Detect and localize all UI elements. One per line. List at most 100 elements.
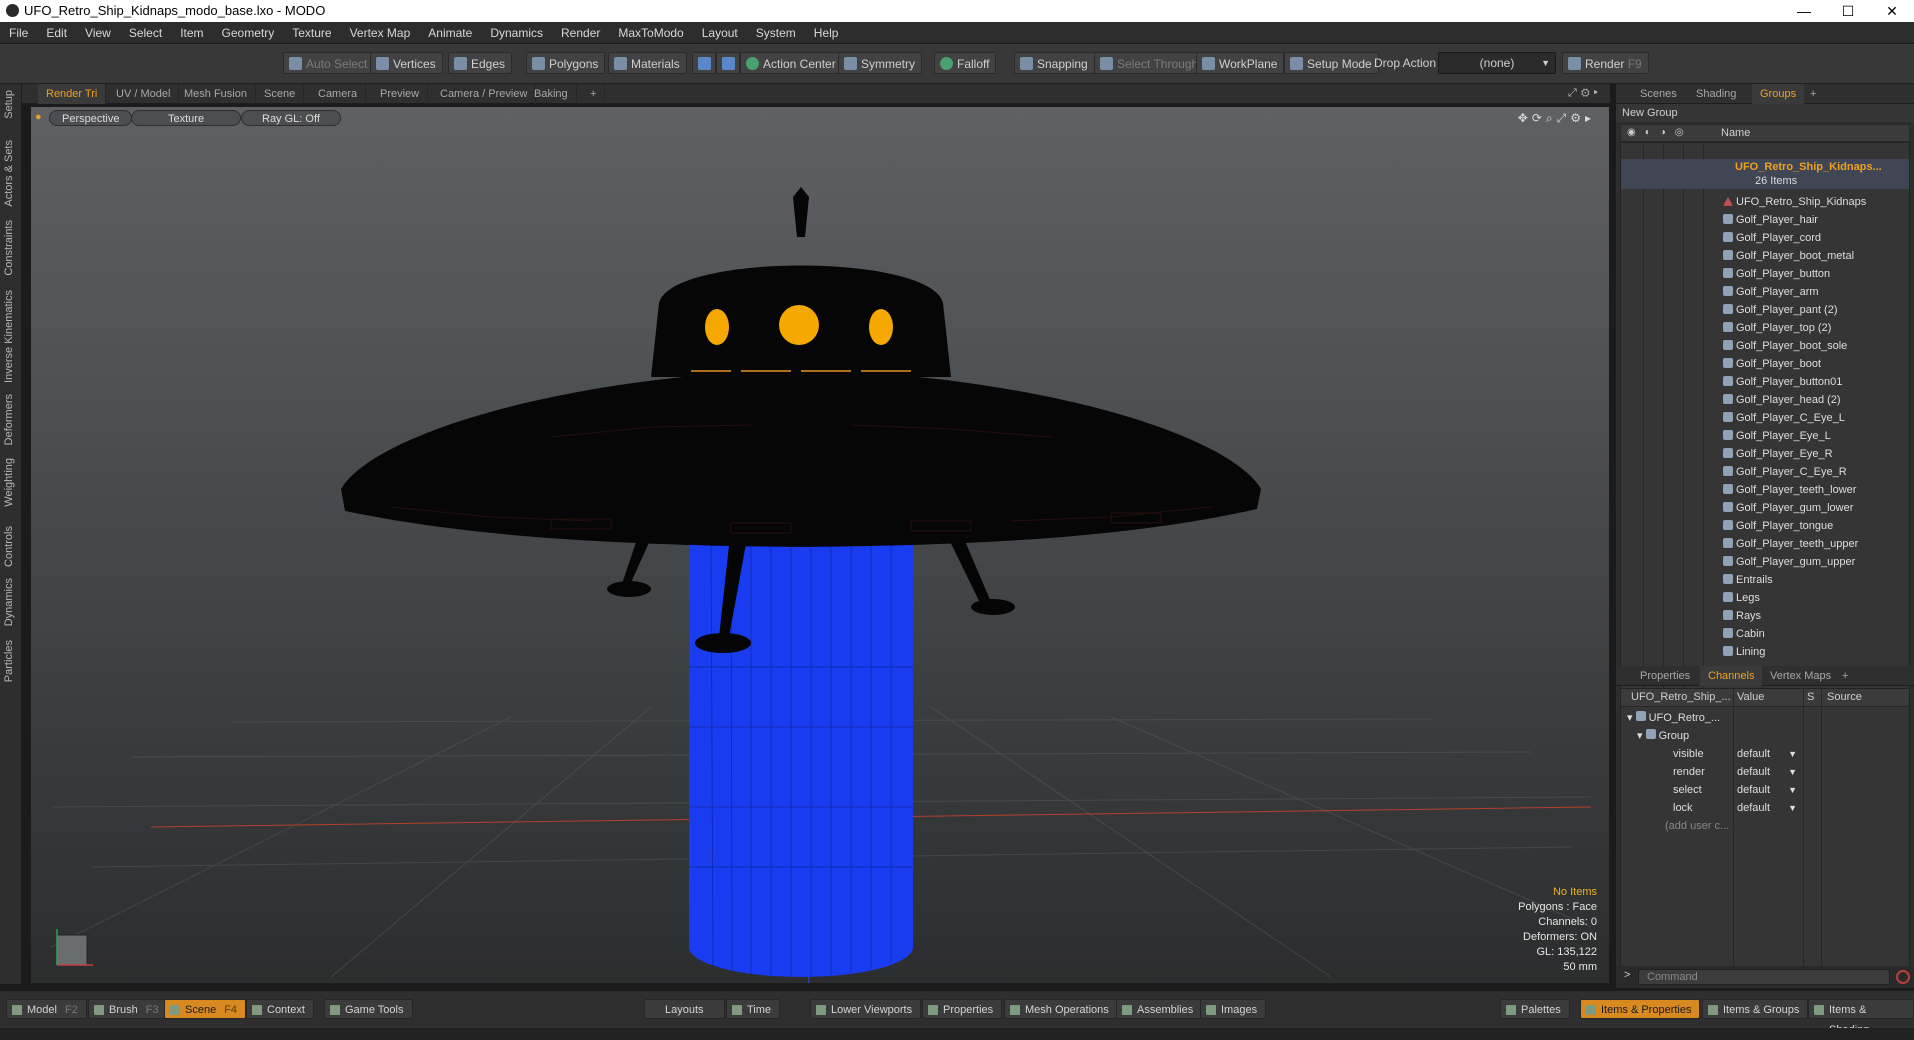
list-item[interactable]: Golf_Player_hair (1723, 211, 1818, 229)
maximize-button[interactable]: ☐ (1826, 0, 1870, 22)
mesh-operations-button[interactable]: Mesh Operations (1004, 999, 1118, 1019)
channel-value-render[interactable]: default ▼ (1737, 764, 1797, 780)
raygl-button[interactable]: Ray GL: Off (241, 110, 341, 126)
close-button[interactable]: ✕ (1870, 0, 1914, 22)
expand-icon[interactable]: ▾ (1627, 712, 1636, 724)
groups-list[interactable]: UFO_Retro_Ship_Kidnaps... 26 Items UFO_R… (1620, 142, 1910, 742)
command-input[interactable]: Command (1638, 969, 1890, 985)
menu-render[interactable]: Render (552, 22, 609, 44)
images-button[interactable]: Images (1200, 999, 1267, 1019)
list-item[interactable]: Golf_Player_top (2) (1723, 319, 1831, 337)
menu-system[interactable]: System (747, 22, 805, 44)
channel-value-visible[interactable]: default ▼ (1737, 746, 1797, 762)
channel-row-select[interactable]: select (1673, 781, 1702, 799)
new-group-button[interactable]: New Group (1616, 104, 1914, 122)
time-button[interactable]: Time (726, 999, 781, 1019)
brush-layout-button[interactable]: Brush F3 (88, 999, 168, 1019)
menu-animate[interactable]: Animate (419, 22, 481, 44)
component-mode-button[interactable] (692, 52, 716, 74)
list-item[interactable]: Golf_Player_tongue (1723, 517, 1833, 535)
tab-inverse-kinematics[interactable]: Inverse Kinematics (3, 290, 15, 383)
record-macro-icon[interactable] (1896, 970, 1910, 984)
list-item[interactable]: Golf_Player_button (1723, 265, 1830, 283)
context-layout-button[interactable]: Context (246, 999, 314, 1019)
menu-view[interactable]: View (76, 22, 120, 44)
tab-camera-preview[interactable]: Camera / Preview (432, 84, 537, 104)
list-item[interactable]: Golf_Player_arm (1723, 283, 1819, 301)
add-tab-button[interactable]: + (582, 84, 606, 104)
list-item[interactable]: Golf_Player_Eye_R (1723, 445, 1833, 463)
list-item[interactable]: Golf_Player_pant (2) (1723, 301, 1838, 319)
items-groups-button[interactable]: Items & Groups (1702, 999, 1809, 1019)
viewport-menu-icon[interactable]: ● (35, 111, 42, 123)
polygons-button[interactable]: Polygons (526, 52, 606, 74)
list-item[interactable]: Entrails (1723, 571, 1773, 589)
add-tab-button[interactable]: + (1834, 666, 1856, 686)
channel-value-select[interactable]: default ▼ (1737, 782, 1797, 798)
list-item[interactable]: Golf_Player_teeth_lower (1723, 481, 1856, 499)
add-user-channel[interactable]: (add user c... (1665, 817, 1729, 835)
list-item[interactable]: UFO_Retro_Ship_Kidnaps (1723, 193, 1866, 211)
viewport-options-icon[interactable]: ⤢⚙▸ (1568, 87, 1602, 100)
game-tools-layout-button[interactable]: Game Tools (324, 999, 413, 1019)
minimize-button[interactable]: — (1782, 0, 1826, 22)
symmetry-button[interactable]: Symmetry (838, 52, 922, 74)
materials-button[interactable]: Materials (608, 52, 687, 74)
menu-maxtomodo[interactable]: MaxToModo (609, 22, 692, 44)
list-item[interactable]: Golf_Player_C_Eye_L (1723, 409, 1845, 427)
tab-shading[interactable]: Shading (1688, 84, 1744, 104)
menu-edit[interactable]: Edit (37, 22, 76, 44)
perspective-button[interactable]: Perspective (49, 110, 133, 126)
menu-select[interactable]: Select (120, 22, 171, 44)
tab-baking[interactable]: Baking (526, 84, 577, 104)
select-through-button[interactable]: Select Through (1094, 52, 1206, 74)
tab-render-tri[interactable]: Render Tri (38, 84, 107, 104)
channel-group[interactable]: ▾ Group (1637, 727, 1689, 745)
tab-setup[interactable]: Setup (3, 90, 15, 119)
expand-icon[interactable]: ▾ (1637, 730, 1646, 742)
tab-channels[interactable]: Channels (1700, 666, 1763, 686)
viewport-nav-icons[interactable]: ✥⟳⌕⤢⚙▸ (1518, 111, 1595, 126)
menu-file[interactable]: File (0, 22, 37, 44)
tab-actors-sets[interactable]: Actors & Sets (3, 140, 15, 207)
channel-root[interactable]: ▾ UFO_Retro_... (1627, 709, 1720, 727)
tab-scenes[interactable]: Scenes (1632, 84, 1685, 104)
setup-mode-button[interactable]: Setup Mode (1284, 52, 1379, 74)
channel-row-lock[interactable]: lock (1673, 799, 1693, 817)
falloff-button[interactable]: Falloff (934, 52, 997, 74)
menu-help[interactable]: Help (805, 22, 848, 44)
lower-viewports-button[interactable]: Lower Viewports (810, 999, 922, 1019)
tab-groups[interactable]: Groups (1752, 84, 1805, 104)
assemblies-button[interactable]: Assemblies (1116, 999, 1203, 1019)
list-item[interactable]: Golf_Player_boot (1723, 355, 1821, 373)
3d-viewport[interactable]: ● Perspective Texture Ray GL: Off ✥⟳⌕⤢⚙▸… (30, 106, 1610, 984)
edges-button[interactable]: Edges (448, 52, 513, 74)
tab-constraints[interactable]: Constraints (3, 220, 15, 276)
list-item[interactable]: Golf_Player_cord (1723, 229, 1821, 247)
tab-scene[interactable]: Scene (256, 84, 305, 104)
channel-value-lock[interactable]: default ▼ (1737, 800, 1797, 816)
model-layout-button[interactable]: Model F2 (6, 999, 87, 1019)
list-item[interactable]: Golf_Player_gum_lower (1723, 499, 1853, 517)
tab-particles[interactable]: Particles (3, 640, 15, 682)
scene-layout-button[interactable]: Scene F4 (164, 999, 247, 1019)
auto-select-button[interactable]: Auto Select (283, 52, 375, 74)
drop-action-select[interactable]: (none) ▼ (1438, 52, 1556, 74)
tab-controls[interactable]: Controls (3, 526, 15, 567)
tab-uv-model[interactable]: UV / Model (108, 84, 180, 104)
list-item[interactable]: Rays (1723, 607, 1761, 625)
workplane-button[interactable]: WorkPlane (1196, 52, 1285, 74)
list-item[interactable]: Cabin (1723, 625, 1765, 643)
channels-list[interactable]: UFO_Retro_Ship_... Value S Source ▾ UFO_… (1620, 688, 1910, 976)
render-button[interactable]: Render F9 (1562, 52, 1649, 74)
menu-layout[interactable]: Layout (693, 22, 747, 44)
layouts-button[interactable]: Layouts (644, 999, 725, 1019)
items-properties-button[interactable]: Items & Properties (1580, 999, 1701, 1019)
tab-properties[interactable]: Properties (1632, 666, 1698, 686)
list-item[interactable]: Golf_Player_C_Eye_R (1723, 463, 1847, 481)
menu-item[interactable]: Item (171, 22, 212, 44)
vertices-button[interactable]: Vertices (370, 52, 443, 74)
list-item[interactable]: Golf_Player_gum_upper (1723, 553, 1855, 571)
snapping-button[interactable]: Snapping (1014, 52, 1095, 74)
item-mode-button[interactable] (716, 52, 740, 74)
